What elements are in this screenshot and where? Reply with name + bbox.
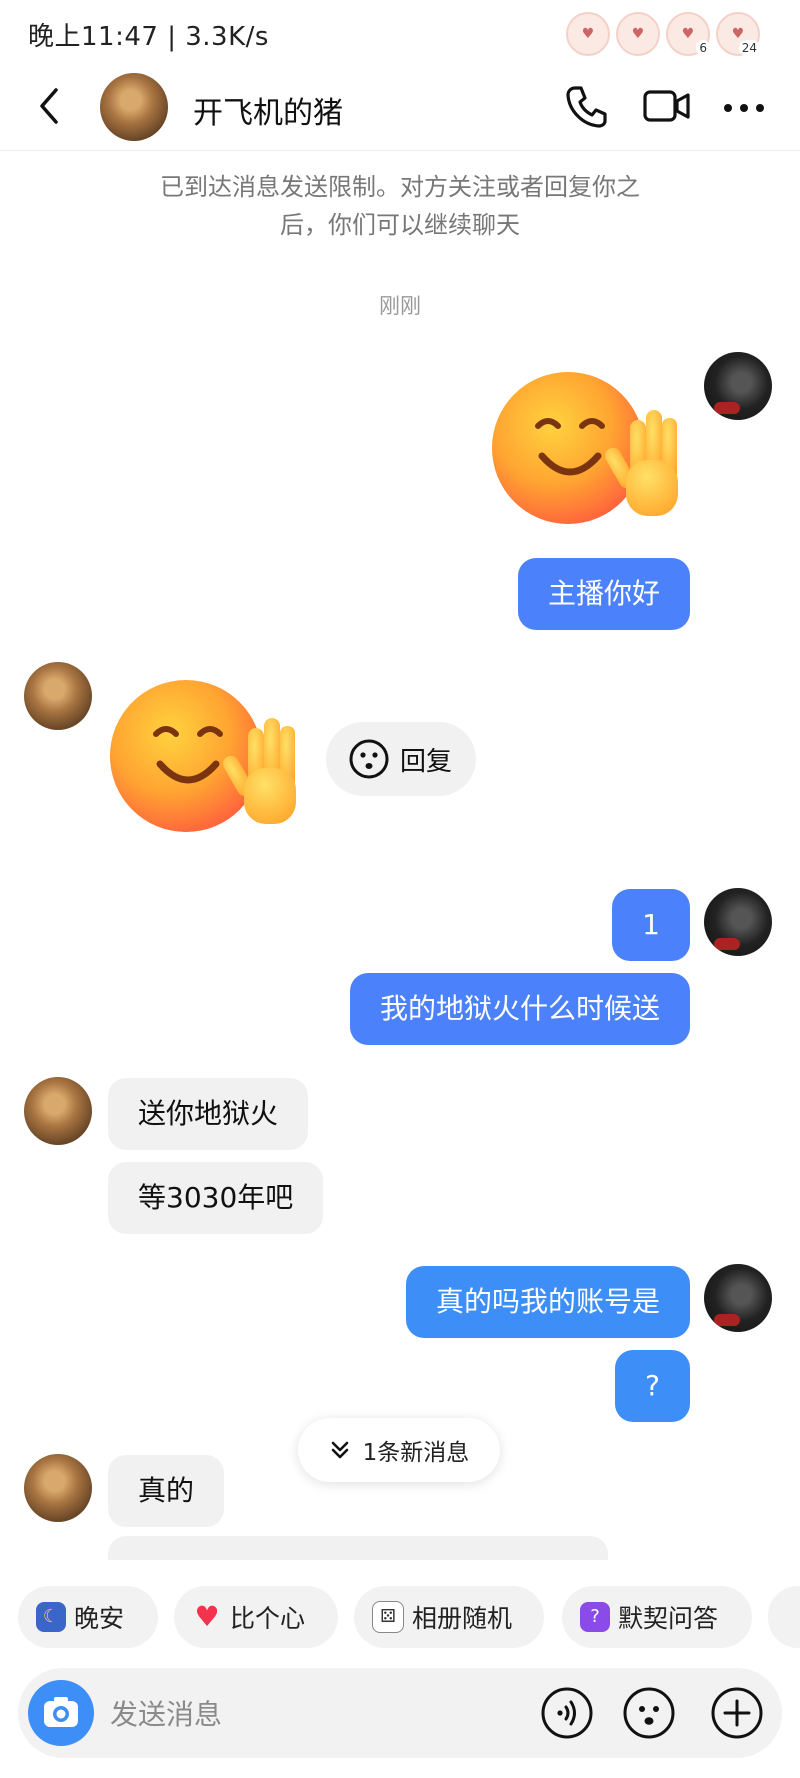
contact-avatar-small[interactable]: [24, 1077, 92, 1145]
wave-smile-emoji-icon[interactable]: [490, 360, 690, 524]
chat-header: 开飞机的猪: [0, 62, 800, 151]
quick-reply-label: 回复: [400, 746, 453, 777]
message-bubble-mine[interactable]: 1: [612, 889, 690, 961]
message-bubble-theirs[interactable]: 等3030年吧: [108, 1162, 324, 1234]
plus-icon: [711, 1687, 763, 1739]
message-bubble-partial[interactable]: [108, 1536, 608, 1560]
message-input-bar: [18, 1668, 782, 1758]
status-badge: 6: [696, 40, 710, 56]
more-dots-icon: [724, 104, 764, 112]
contact-avatar[interactable]: [100, 73, 168, 141]
voice-call-button[interactable]: [565, 84, 609, 128]
quick-action-goodnight[interactable]: ☾ 晚安: [18, 1586, 158, 1648]
message-bubble-mine[interactable]: 真的吗我的账号是: [405, 1266, 690, 1338]
quick-action-label: 晚安: [74, 1604, 125, 1633]
more-options-button[interactable]: [722, 100, 766, 114]
quick-action-label: 相册随机: [412, 1604, 513, 1633]
status-sticker-icon: ♥: [566, 12, 610, 56]
my-avatar[interactable]: [704, 1264, 772, 1332]
voice-message-button[interactable]: [540, 1686, 594, 1740]
message-bubble-theirs[interactable]: 真的: [108, 1455, 225, 1527]
status-sticker-icon: ♥ 6: [666, 12, 710, 56]
camera-button[interactable]: [28, 1680, 94, 1746]
quick-action-label: 默契问答: [618, 1604, 719, 1633]
contact-avatar-small[interactable]: [24, 662, 92, 730]
send-limit-notice: 已到达消息发送限制。对方关注或者回复你之后，你们可以继续聊天: [160, 173, 640, 239]
status-sticker-icon: ♥: [616, 12, 660, 56]
smiley-icon: [349, 739, 389, 779]
emoji-button[interactable]: [622, 1686, 676, 1740]
contact-avatar-small[interactable]: [24, 1454, 92, 1522]
quick-action-label: 比个心: [230, 1604, 306, 1633]
phone-icon: [566, 86, 607, 128]
moon-icon: ☾: [36, 1602, 66, 1632]
dice-icon: ⚄: [372, 1601, 404, 1633]
chevron-left-icon: [40, 88, 58, 124]
my-avatar[interactable]: [704, 888, 772, 956]
my-avatar[interactable]: [704, 352, 772, 420]
quick-action-qa[interactable]: ? 默契问答: [562, 1586, 752, 1648]
time-divider: 刚刚: [379, 294, 421, 318]
status-badge: 24: [738, 40, 760, 56]
video-camera-icon: [643, 90, 690, 122]
double-chevron-down-icon: [331, 1441, 348, 1459]
message-bubble-mine[interactable]: ?: [615, 1350, 690, 1422]
camera-icon: [44, 1697, 78, 1727]
heart-icon: ♥: [194, 1600, 220, 1633]
new-messages-label: 1条新消息: [362, 1440, 470, 1466]
back-button[interactable]: [30, 84, 70, 128]
quick-action-random-album[interactable]: ⚄ 相册随机: [354, 1586, 544, 1648]
message-bubble-mine[interactable]: 我的地狱火什么时候送: [349, 973, 690, 1045]
quick-actions-bar: ☾ 晚安 ♥ 比个心 ⚄ 相册随机 ? 默契问答: [0, 1566, 800, 1666]
message-input[interactable]: [108, 1688, 512, 1740]
status-icons: ♥ ♥ ♥ 6 ♥ 24: [566, 12, 760, 56]
quick-action-heart[interactable]: ♥ 比个心: [174, 1586, 338, 1648]
new-messages-button[interactable]: 1条新消息: [298, 1418, 500, 1482]
wave-smile-emoji-icon[interactable]: [108, 668, 308, 832]
message-bubble-theirs[interactable]: 送你地狱火: [108, 1078, 309, 1150]
quick-reply-button[interactable]: 回复: [326, 722, 476, 796]
smiley-icon: [623, 1687, 675, 1739]
quick-action-more[interactable]: [768, 1586, 800, 1648]
contact-name[interactable]: 开飞机的猪: [193, 88, 343, 132]
message-bubble-mine[interactable]: 主播你好: [517, 558, 690, 630]
status-sticker-icon: ♥ 24: [716, 12, 760, 56]
voice-wave-icon: [541, 1687, 593, 1739]
question-icon: ?: [580, 1602, 610, 1632]
add-button[interactable]: [710, 1686, 764, 1740]
video-call-button[interactable]: [643, 88, 691, 124]
status-time: 晚上11:47 | 3.3K/s: [28, 22, 269, 52]
